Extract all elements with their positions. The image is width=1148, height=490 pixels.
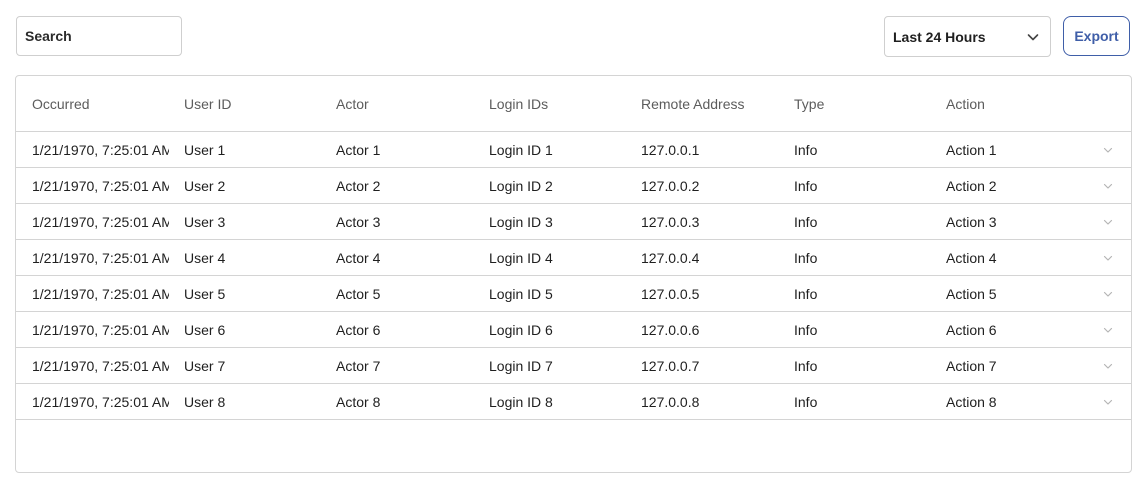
remote-address-cell: 127.0.0.7 (641, 357, 700, 374)
header-login-ids: Login IDs (489, 95, 549, 112)
login-ids-cell: Login ID 4 (489, 249, 553, 266)
action-cell: Action 4 (946, 249, 997, 266)
type-cell: Info (794, 177, 818, 194)
type-cell: Info (794, 213, 818, 230)
table-row[interactable]: 1/21/1970, 7:25:01 AM User 2 Actor 2 Login … (16, 168, 1131, 204)
type-cell: Info (794, 141, 818, 158)
actor-cell: Actor 3 (336, 213, 381, 230)
remote-address-cell: 127.0.0.1 (641, 141, 700, 158)
export-button[interactable]: Export (1063, 16, 1130, 56)
remote-address-cell: 127.0.0.2 (641, 177, 700, 194)
search-input[interactable] (25, 28, 173, 44)
occurred-cell: 1/21/1970, 7:25:01 AM (32, 357, 169, 374)
header-remote-address: Remote Address (641, 95, 745, 112)
login-ids-cell: Login ID 5 (489, 285, 553, 302)
user-id-cell: User 6 (184, 321, 226, 338)
occurred-cell: 1/21/1970, 7:25:01 AM (32, 141, 169, 158)
chevron-down-icon[interactable] (1101, 204, 1115, 239)
actor-cell: Actor 5 (336, 285, 381, 302)
actor-cell: Actor 1 (336, 141, 381, 158)
user-id-cell: User 3 (184, 213, 226, 230)
header-action: Action (946, 95, 985, 112)
table-row[interactable]: 1/21/1970, 7:25:01 AM User 5 Actor 5 Login … (16, 276, 1131, 312)
actor-cell: Actor 7 (336, 357, 381, 374)
remote-address-cell: 127.0.0.8 (641, 393, 700, 410)
login-ids-cell: Login ID 7 (489, 357, 553, 374)
type-cell: Info (794, 393, 818, 410)
action-cell: Action 5 (946, 285, 997, 302)
remote-address-cell: 127.0.0.5 (641, 285, 700, 302)
actor-cell: Actor 4 (336, 249, 381, 266)
chevron-down-icon[interactable] (1101, 276, 1115, 311)
login-ids-cell: Login ID 3 (489, 213, 553, 230)
action-cell: Action 1 (946, 141, 997, 158)
table-header: Occurred User ID Actor Login IDs Remote … (16, 76, 1131, 132)
action-cell: Action 6 (946, 321, 997, 338)
occurred-cell: 1/21/1970, 7:25:01 AM (32, 213, 169, 230)
audit-log-table: Occurred User ID Actor Login IDs Remote … (15, 75, 1132, 473)
action-cell: Action 8 (946, 393, 997, 410)
type-cell: Info (794, 357, 818, 374)
search-field[interactable] (16, 16, 182, 56)
user-id-cell: User 7 (184, 357, 226, 374)
type-cell: Info (794, 321, 818, 338)
user-id-cell: User 8 (184, 393, 226, 410)
user-id-cell: User 5 (184, 285, 226, 302)
actor-cell: Actor 6 (336, 321, 381, 338)
occurred-cell: 1/21/1970, 7:25:01 AM (32, 393, 169, 410)
chevron-down-icon[interactable] (1101, 132, 1115, 167)
occurred-cell: 1/21/1970, 7:25:01 AM (32, 285, 169, 302)
table-row[interactable]: 1/21/1970, 7:25:01 AM User 3 Actor 3 Login … (16, 204, 1131, 240)
remote-address-cell: 127.0.0.4 (641, 249, 700, 266)
remote-address-cell: 127.0.0.3 (641, 213, 700, 230)
actor-cell: Actor 2 (336, 177, 381, 194)
type-cell: Info (794, 285, 818, 302)
actor-cell: Actor 8 (336, 393, 381, 410)
time-range-value: Last 24 Hours (893, 28, 986, 45)
remote-address-cell: 127.0.0.6 (641, 321, 700, 338)
table-row[interactable]: 1/21/1970, 7:25:01 AM User 6 Actor 6 Login … (16, 312, 1131, 348)
user-id-cell: User 4 (184, 249, 226, 266)
user-id-cell: User 2 (184, 177, 226, 194)
occurred-cell: 1/21/1970, 7:25:01 AM (32, 177, 169, 194)
chevron-down-icon[interactable] (1101, 168, 1115, 203)
login-ids-cell: Login ID 1 (489, 141, 553, 158)
action-cell: Action 2 (946, 177, 997, 194)
chevron-down-icon[interactable] (1101, 240, 1115, 275)
table-row[interactable]: 1/21/1970, 7:25:01 AM User 7 Actor 7 Login … (16, 348, 1131, 384)
type-cell: Info (794, 249, 818, 266)
header-occurred: Occurred (32, 95, 90, 112)
header-type: Type (794, 95, 825, 112)
login-ids-cell: Login ID 8 (489, 393, 553, 410)
header-user-id: User ID (184, 95, 232, 112)
table-row[interactable]: 1/21/1970, 7:25:01 AM User 4 Actor 4 Login … (16, 240, 1131, 276)
occurred-cell: 1/21/1970, 7:25:01 AM (32, 249, 169, 266)
chevron-down-icon[interactable] (1101, 384, 1115, 419)
chevron-down-icon (1026, 30, 1040, 44)
user-id-cell: User 1 (184, 141, 226, 158)
occurred-cell: 1/21/1970, 7:25:01 AM (32, 321, 169, 338)
action-cell: Action 3 (946, 213, 997, 230)
chevron-down-icon[interactable] (1101, 348, 1115, 383)
login-ids-cell: Login ID 6 (489, 321, 553, 338)
login-ids-cell: Login ID 2 (489, 177, 553, 194)
header-actor: Actor (336, 95, 369, 112)
table-row[interactable]: 1/21/1970, 7:25:01 AM User 8 Actor 8 Login … (16, 384, 1131, 420)
time-range-select[interactable]: Last 24 Hours (884, 16, 1051, 57)
table-row[interactable]: 1/21/1970, 7:25:01 AM User 1 Actor 1 Login … (16, 132, 1131, 168)
chevron-down-icon[interactable] (1101, 312, 1115, 347)
action-cell: Action 7 (946, 357, 997, 374)
